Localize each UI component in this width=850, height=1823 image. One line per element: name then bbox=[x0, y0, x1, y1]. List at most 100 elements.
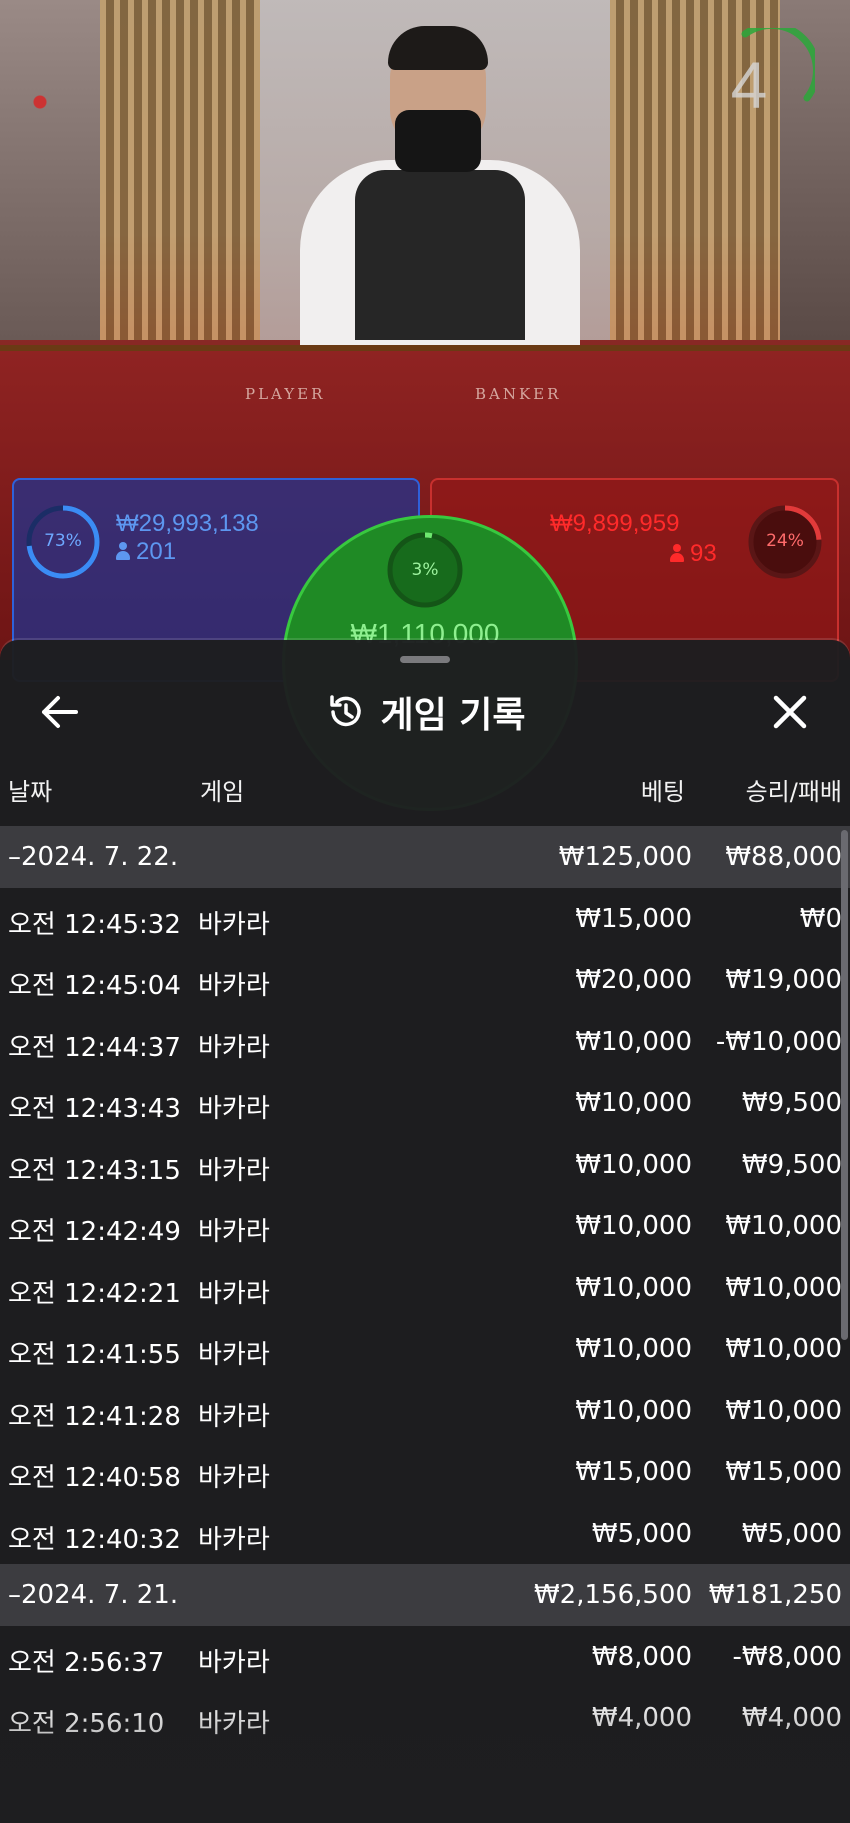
date-group-row[interactable]: –2024. 7. 22. ₩125,000 ₩88,000 bbox=[0, 826, 850, 888]
sheet-title-group: 게임 기록 bbox=[0, 682, 850, 742]
tie-percent: 3% bbox=[411, 560, 439, 580]
history-row: 오전 12:40:58 바카라 ₩15,000 ₩15,000 bbox=[0, 1441, 850, 1503]
row-game: 바카라 bbox=[198, 1032, 270, 1063]
history-scrollbar[interactable] bbox=[841, 830, 848, 1340]
row-result: ₩10,000 bbox=[725, 1211, 842, 1241]
table-label-banker: BANKER bbox=[475, 385, 562, 403]
countdown-timer: 4 bbox=[730, 48, 768, 122]
row-time: 오전 12:41:55 bbox=[8, 1340, 181, 1370]
row-bet: ₩10,000 bbox=[575, 1026, 692, 1057]
dealer-mask bbox=[395, 110, 481, 172]
player-percent: 73% bbox=[44, 531, 82, 551]
row-result: ₩19,000 bbox=[725, 965, 842, 995]
row-bet: ₩15,000 bbox=[575, 1457, 692, 1487]
banker-count-value: 93 bbox=[690, 540, 717, 567]
row-time: 오전 2:56:10 bbox=[8, 1709, 165, 1739]
person-icon bbox=[670, 544, 684, 562]
row-bet: ₩20,000 bbox=[575, 965, 692, 995]
row-time: 오전 12:44:37 bbox=[8, 1032, 181, 1063]
date-group-label: –2024. 7. 21. bbox=[8, 1580, 179, 1610]
history-row: 오전 2:56:37 바카라 ₩8,000 -₩8,000 bbox=[0, 1626, 850, 1688]
row-result: ₩181,250 bbox=[708, 1580, 842, 1610]
player-total-amount: ₩29,993,138 bbox=[116, 510, 259, 537]
row-result: ₩15,000 bbox=[725, 1457, 842, 1487]
row-game: 바카라 bbox=[198, 1524, 270, 1555]
table-label-player: PLAYER bbox=[245, 385, 326, 403]
row-bet: ₩10,000 bbox=[575, 1149, 692, 1180]
row-result: ₩9,500 bbox=[741, 1088, 842, 1118]
history-row: 오전 12:44:37 바카라 ₩10,000 -₩10,000 bbox=[0, 1011, 850, 1073]
row-bet: ₩4,000 bbox=[591, 1703, 692, 1733]
row-game: 바카라 bbox=[198, 1463, 270, 1493]
banker-total-amount: ₩9,899,959 bbox=[550, 510, 680, 537]
row-time: 오전 12:42:49 bbox=[8, 1217, 181, 1247]
row-bet: ₩15,000 bbox=[575, 903, 692, 934]
row-result: ₩9,500 bbox=[741, 1149, 842, 1180]
row-result: -₩8,000 bbox=[732, 1641, 842, 1672]
row-time: 오전 12:45:04 bbox=[8, 971, 181, 1001]
history-row: 오전 12:45:32 바카라 ₩15,000 ₩0 bbox=[0, 888, 850, 950]
history-list: –2024. 7. 22. ₩125,000 ₩88,000 오전 12:45:32 바… bbox=[0, 826, 850, 1749]
person-icon bbox=[116, 542, 130, 560]
row-result: -₩10,000 bbox=[715, 1026, 842, 1057]
column-date: 날짜 bbox=[8, 778, 53, 806]
history-row: 오전 12:43:15 바카라 ₩10,000 ₩9,500 bbox=[0, 1134, 850, 1196]
row-time: 오전 12:40:32 bbox=[8, 1524, 181, 1555]
row-game: 바카라 bbox=[198, 1401, 270, 1432]
player-count: 201 bbox=[116, 538, 176, 566]
row-bet: ₩10,000 bbox=[575, 1211, 692, 1241]
row-time: 오전 12:42:21 bbox=[8, 1278, 181, 1309]
row-time: 오전 12:41:28 bbox=[8, 1401, 181, 1432]
history-icon bbox=[330, 695, 362, 727]
history-row: 오전 12:42:21 바카라 ₩10,000 ₩10,000 bbox=[0, 1257, 850, 1319]
column-bet: 베팅 bbox=[640, 778, 685, 806]
history-column-headers: 날짜 게임 베팅 승리/패배 bbox=[0, 772, 850, 808]
player-count-value: 201 bbox=[136, 538, 177, 565]
history-row: 오전 12:40:32 바카라 ₩5,000 ₩5,000 bbox=[0, 1503, 850, 1565]
row-result: ₩10,000 bbox=[725, 1395, 842, 1426]
row-result: ₩0 bbox=[799, 903, 842, 934]
row-game: 바카라 bbox=[198, 1155, 270, 1186]
row-game: 바카라 bbox=[198, 1647, 270, 1678]
row-time: 오전 12:45:32 bbox=[8, 909, 181, 940]
row-bet: ₩10,000 bbox=[575, 1088, 692, 1118]
row-game: 바카라 bbox=[198, 909, 270, 940]
row-bet: ₩5,000 bbox=[591, 1518, 692, 1549]
dealer-vest bbox=[355, 170, 525, 340]
row-result: ₩10,000 bbox=[725, 1334, 842, 1364]
sheet-drag-handle[interactable] bbox=[400, 656, 450, 663]
date-group-label: –2024. 7. 22. bbox=[8, 842, 179, 872]
row-result: ₩10,000 bbox=[725, 1272, 842, 1303]
row-result: ₩4,000 bbox=[741, 1703, 842, 1733]
date-group-row[interactable]: –2024. 7. 21. ₩2,156,500 ₩181,250 bbox=[0, 1564, 850, 1626]
row-game: 바카라 bbox=[198, 1217, 270, 1247]
banker-percent: 24% bbox=[766, 531, 804, 551]
row-game: 바카라 bbox=[198, 1278, 270, 1309]
row-result: ₩88,000 bbox=[725, 842, 842, 872]
history-row: 오전 2:56:10 바카라 ₩4,000 ₩4,000 bbox=[0, 1687, 850, 1749]
row-bet: ₩10,000 bbox=[575, 1395, 692, 1426]
history-row: 오전 12:42:49 바카라 ₩10,000 ₩10,000 bbox=[0, 1195, 850, 1257]
row-game: 바카라 bbox=[198, 1709, 270, 1739]
row-time: 오전 12:43:43 bbox=[8, 1094, 181, 1124]
column-result: 승리/패배 bbox=[745, 778, 842, 806]
history-row: 오전 12:41:55 바카라 ₩10,000 ₩10,000 bbox=[0, 1318, 850, 1380]
sheet-title: 게임 기록 bbox=[380, 695, 526, 736]
row-time: 오전 2:56:37 bbox=[8, 1647, 165, 1678]
row-game: 바카라 bbox=[198, 1094, 270, 1124]
banker-count: 93 bbox=[670, 540, 717, 568]
sheet-header: 게임 기록 bbox=[0, 682, 850, 744]
row-time: 오전 12:43:15 bbox=[8, 1155, 181, 1186]
dealer-hair bbox=[388, 26, 488, 70]
close-icon[interactable] bbox=[760, 682, 820, 742]
game-history-sheet: 게임 기록 날짜 게임 베팅 승리/패배 –2024. 7. 22. ₩125,0… bbox=[0, 640, 850, 1823]
history-row: 오전 12:43:43 바카라 ₩10,000 ₩9,500 bbox=[0, 1072, 850, 1134]
row-bet: ₩8,000 bbox=[591, 1641, 692, 1672]
history-row: 오전 12:41:28 바카라 ₩10,000 ₩10,000 bbox=[0, 1380, 850, 1442]
row-game: 바카라 bbox=[198, 1340, 270, 1370]
wall-decor-left bbox=[0, 0, 100, 340]
row-time: 오전 12:40:58 bbox=[8, 1463, 181, 1493]
row-bet: ₩10,000 bbox=[575, 1334, 692, 1364]
row-result: ₩5,000 bbox=[741, 1518, 842, 1549]
lattice-screen-left bbox=[100, 0, 260, 340]
